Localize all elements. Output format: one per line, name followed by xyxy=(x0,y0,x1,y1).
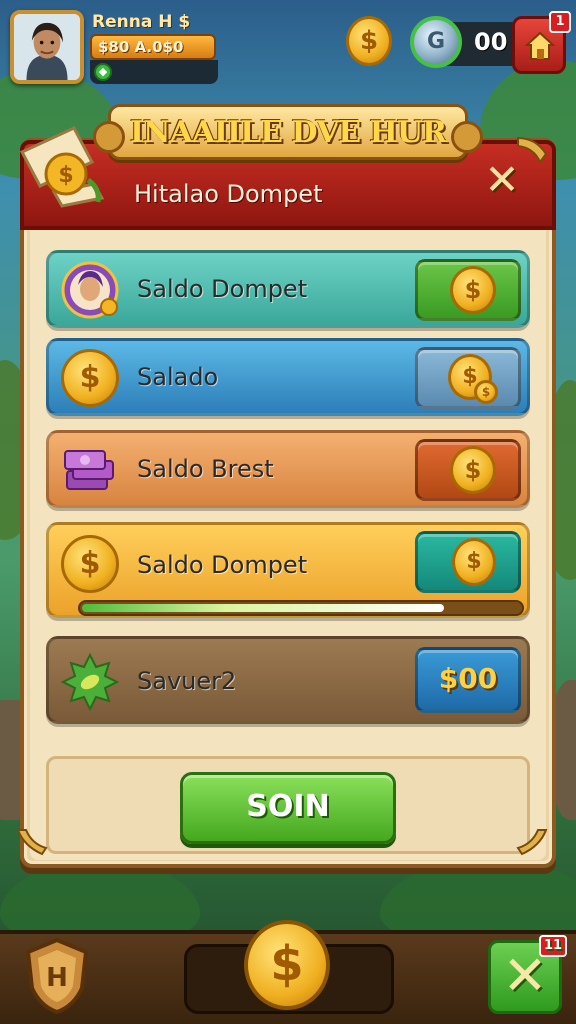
row-coin-button[interactable]: $ xyxy=(415,531,521,593)
page-title: INAAIILE DVE HUR xyxy=(130,115,447,150)
coin-icon[interactable]: $ xyxy=(346,16,392,66)
wallet-row-2[interactable]: $ Salado $ $ xyxy=(46,338,530,416)
coin-icon: $ xyxy=(61,349,119,407)
coin-icon: $ xyxy=(450,266,496,314)
row-label: Saldo Dompet xyxy=(137,275,308,303)
row-value: $00 xyxy=(438,662,498,695)
row-coin-button[interactable]: $ xyxy=(415,259,521,321)
cash-stack-icon xyxy=(64,450,114,490)
gem-count: 00 xyxy=(474,28,508,56)
corner-ornament-icon xyxy=(16,829,48,856)
wallet-avatar-icon xyxy=(61,261,119,319)
gem-icon[interactable]: G xyxy=(410,16,462,68)
svg-text:$: $ xyxy=(58,163,73,188)
home-button[interactable]: 1 xyxy=(512,11,571,74)
coin-icon: $ xyxy=(61,535,119,593)
player-balance: $80 A.0$0 xyxy=(90,34,216,60)
shield-icon[interactable]: H xyxy=(22,936,92,1016)
notification-badge: 11 xyxy=(539,935,567,957)
home-badge: 1 xyxy=(549,11,571,33)
player-name: Renna H $ xyxy=(92,12,191,32)
shield-letter: H xyxy=(46,963,68,993)
row-label: Saldo Brest xyxy=(137,455,274,483)
leaf-icon xyxy=(61,653,119,711)
home-icon xyxy=(524,31,556,60)
row-coin-button[interactable]: $ $ xyxy=(415,347,521,409)
small-coin-icon: $ xyxy=(474,380,498,404)
row-coin-button[interactable]: $ xyxy=(415,439,521,501)
avatar[interactable] xyxy=(10,10,84,84)
wallet-row-3[interactable]: Saldo Brest $ xyxy=(46,430,530,508)
corner-ornament-icon xyxy=(516,829,548,856)
row-label: Savuer2 xyxy=(137,667,237,695)
coin-icon: $ xyxy=(452,538,496,586)
panel-header-title: Hitalao Dompet xyxy=(134,180,323,208)
join-button[interactable]: SOIN xyxy=(180,772,396,844)
coin-button[interactable]: $ xyxy=(244,920,330,1010)
coin-icon: $ xyxy=(450,446,496,494)
wallet-row-1[interactable]: Saldo Dompet $ xyxy=(46,250,530,328)
corner-ornament-icon xyxy=(517,136,548,164)
row-label: Saldo Dompet xyxy=(137,551,308,579)
row-value-button[interactable]: $00 xyxy=(415,647,521,713)
progress-bar xyxy=(78,600,524,616)
progress-fill xyxy=(82,604,445,612)
row-label: Salado xyxy=(137,363,219,391)
title-ribbon: INAAIILE DVE HUR xyxy=(93,104,483,160)
wallet-row-5[interactable]: Savuer2 $00 xyxy=(46,636,530,724)
avatar-portrait xyxy=(14,14,80,80)
close-x-button[interactable]: ✕ 11 xyxy=(488,935,567,1014)
level-gem-icon: ◆ xyxy=(94,63,112,81)
